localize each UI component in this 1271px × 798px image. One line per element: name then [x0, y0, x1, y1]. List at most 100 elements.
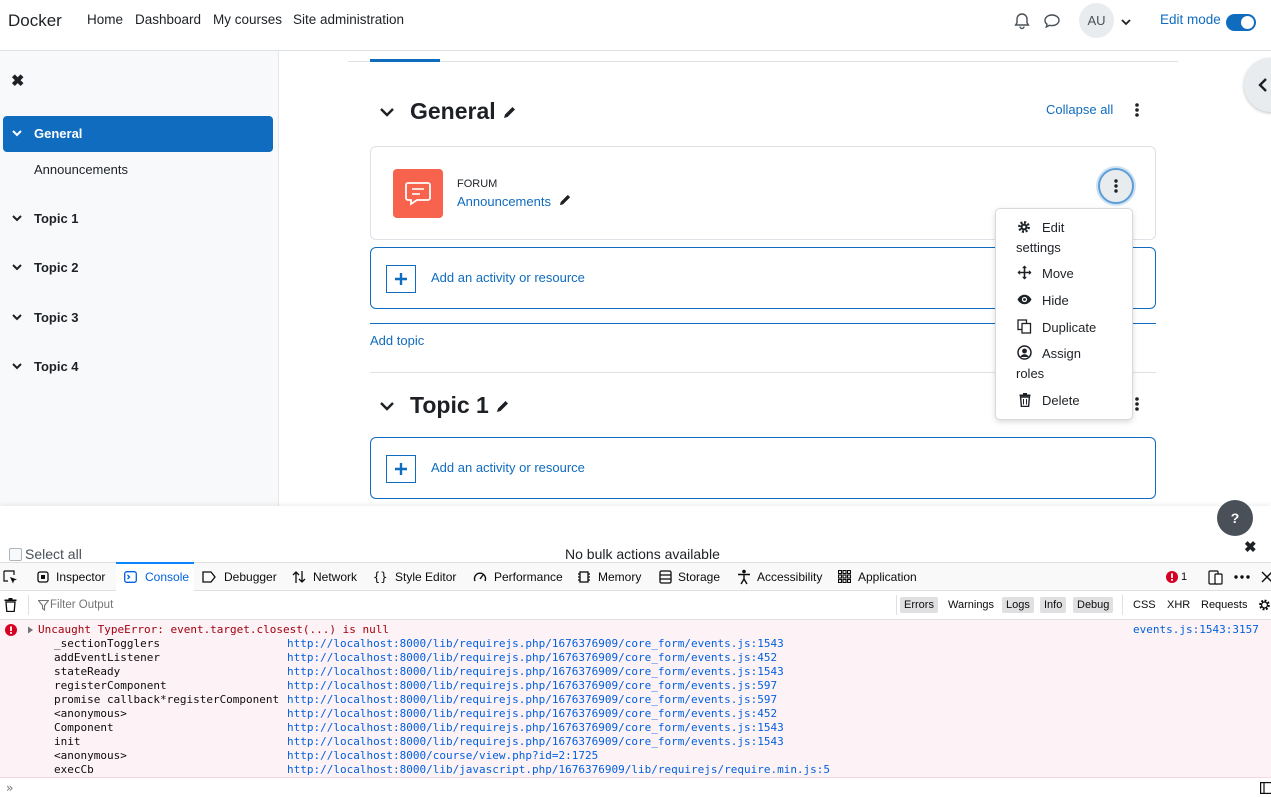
editor-mode-icon[interactable]	[1260, 782, 1271, 794]
nav-dashboard[interactable]: Dashboard	[135, 12, 201, 27]
tab-debugger[interactable]: Debugger	[196, 563, 282, 591]
collapse-all-link[interactable]: Collapse all	[1046, 102, 1113, 117]
storage-icon	[659, 570, 672, 584]
help-button[interactable]: ?	[1217, 500, 1253, 536]
filter-css[interactable]: CSS	[1129, 597, 1160, 613]
tab-storage[interactable]: Storage	[654, 563, 728, 591]
error-count[interactable]: 1	[1181, 563, 1187, 591]
sidebar-item-topic-1[interactable]: Topic 1	[3, 201, 273, 237]
error-icon	[5, 624, 17, 636]
add-activity-button[interactable]: Add an activity or resource	[370, 437, 1156, 499]
tab-memory[interactable]: Memory	[572, 563, 648, 591]
more-options-icon[interactable]	[1234, 575, 1250, 579]
active-tab-indicator	[370, 59, 440, 62]
chevron-left-icon	[1258, 78, 1267, 92]
stack-frame-url[interactable]: http://localhost:8000/lib/requirejs.php/…	[287, 665, 784, 678]
select-all-label[interactable]: Select all	[25, 546, 82, 562]
sidebar-item-topic-3[interactable]: Topic 3	[3, 300, 273, 336]
chevron-down-icon	[12, 264, 22, 271]
stack-frame-url[interactable]: http://localhost:8000/lib/requirejs.php/…	[287, 735, 784, 748]
filter-errors[interactable]: Errors	[900, 597, 938, 613]
trash-icon[interactable]	[4, 598, 17, 612]
debugger-icon	[202, 571, 216, 583]
stack-frame-url[interactable]: http://localhost:8000/lib/requirejs.php/…	[287, 637, 784, 650]
filter-requests[interactable]: Requests	[1197, 597, 1251, 613]
tab-divider	[348, 61, 1178, 62]
toolbar-separator	[1122, 595, 1123, 615]
tab-accessibility[interactable]: Accessibility	[732, 563, 830, 591]
nav-home[interactable]: Home	[87, 12, 123, 27]
select-all-checkbox[interactable]	[9, 548, 22, 561]
stack-frame-url[interactable]: http://localhost:8000/lib/requirejs.php/…	[287, 707, 777, 720]
pencil-icon[interactable]	[495, 399, 510, 414]
filter-xhr[interactable]: XHR	[1163, 597, 1194, 613]
forum-icon	[393, 169, 443, 218]
kebab-menu-icon[interactable]	[1134, 102, 1140, 118]
nav-my-courses[interactable]: My courses	[213, 12, 282, 27]
menu-item-move[interactable]: Move	[1042, 264, 1074, 284]
section-title-topic-1: Topic 1	[410, 392, 489, 418]
menu-item-edit-settings[interactable]: Edit	[1042, 218, 1064, 238]
element-picker-icon[interactable]	[3, 570, 18, 585]
bell-icon[interactable]	[1013, 12, 1031, 30]
chat-icon[interactable]	[1043, 12, 1061, 30]
menu-item-edit-settings-line2[interactable]: settings	[1016, 238, 1061, 258]
sidebar-item-general[interactable]: General	[3, 116, 273, 152]
stack-frame-function: Component	[54, 721, 114, 734]
filter-output-input[interactable]	[50, 596, 350, 614]
stack-frame-function: promise callback*registerComponent	[54, 693, 280, 706]
menu-item-delete[interactable]: Delete	[1042, 391, 1080, 411]
stack-frame-url[interactable]: http://localhost:8000/lib/javascript.php…	[287, 763, 830, 776]
menu-item-assign-roles-line2[interactable]: roles	[1016, 364, 1044, 384]
tab-inspector[interactable]: Inspector	[30, 563, 112, 591]
close-icon[interactable]: ✖	[1244, 538, 1257, 556]
chevron-down-icon[interactable]	[1120, 16, 1132, 28]
error-icon[interactable]	[1166, 571, 1178, 583]
tab-console[interactable]: Console	[116, 562, 194, 591]
edit-mode-label: Edit mode	[1160, 12, 1221, 27]
stack-frame-url[interactable]: http://localhost:8000/lib/requirejs.php/…	[287, 693, 777, 706]
error-location-link[interactable]: events.js:1543:3157	[1133, 623, 1259, 636]
activity-actions-button[interactable]	[1098, 168, 1134, 204]
menu-item-duplicate[interactable]: Duplicate	[1042, 318, 1096, 338]
user-avatar[interactable]: AU	[1079, 3, 1114, 38]
bulk-edit-bar: ? Select all No bulk actions available ✖	[0, 500, 1271, 562]
toolbar-separator	[28, 595, 29, 615]
stack-frame-url[interactable]: http://localhost:8000/course/view.php?id…	[287, 749, 598, 762]
filter-debug[interactable]: Debug	[1073, 597, 1114, 613]
site-brand[interactable]: Docker	[8, 11, 62, 31]
tab-application[interactable]: Application	[834, 563, 924, 591]
tab-style-editor[interactable]: {} Style Editor	[368, 563, 464, 591]
chevron-down-icon[interactable]	[379, 105, 395, 119]
tab-performance[interactable]: Performance	[468, 563, 568, 591]
kebab-menu-icon[interactable]	[1134, 396, 1140, 412]
console-prompt: »	[6, 781, 14, 795]
menu-item-assign-roles[interactable]: Assign	[1042, 344, 1081, 364]
close-devtools-icon[interactable]	[1261, 571, 1271, 583]
pencil-icon[interactable]	[502, 105, 517, 120]
stack-frame-url[interactable]: http://localhost:8000/lib/requirejs.php/…	[287, 679, 777, 692]
pencil-icon[interactable]	[558, 193, 572, 207]
stack-frame-url[interactable]: http://localhost:8000/lib/requirejs.php/…	[287, 651, 777, 664]
add-topic-link[interactable]: Add topic	[370, 333, 424, 348]
sidebar-item-topic-4[interactable]: Topic 4	[3, 349, 273, 385]
edit-mode-toggle[interactable]	[1226, 14, 1256, 31]
nav-site-administration[interactable]: Site administration	[293, 12, 404, 27]
activity-name-link[interactable]: Announcements	[457, 194, 551, 209]
sidebar-item-topic-2[interactable]: Topic 2	[3, 250, 273, 286]
console-input[interactable]: »	[0, 778, 1271, 798]
filter-info[interactable]: Info	[1040, 597, 1067, 613]
gear-icon[interactable]	[1258, 598, 1271, 612]
responsive-design-icon[interactable]	[1208, 570, 1223, 585]
sidebar-item-label: General	[34, 126, 83, 141]
sidebar-item-announcements[interactable]: Announcements	[34, 162, 128, 177]
stack-frame-url[interactable]: http://localhost:8000/lib/requirejs.php/…	[287, 721, 784, 734]
tab-network[interactable]: Network	[286, 563, 362, 591]
menu-item-hide[interactable]: Hide	[1042, 291, 1069, 311]
close-icon[interactable]: ✖	[11, 71, 24, 91]
chevron-down-icon[interactable]	[379, 399, 395, 413]
application-grid-icon	[838, 570, 851, 583]
filter-warnings[interactable]: Warnings	[944, 597, 998, 613]
filter-logs[interactable]: Logs	[1002, 597, 1034, 613]
expand-arrow-icon[interactable]	[27, 626, 34, 634]
